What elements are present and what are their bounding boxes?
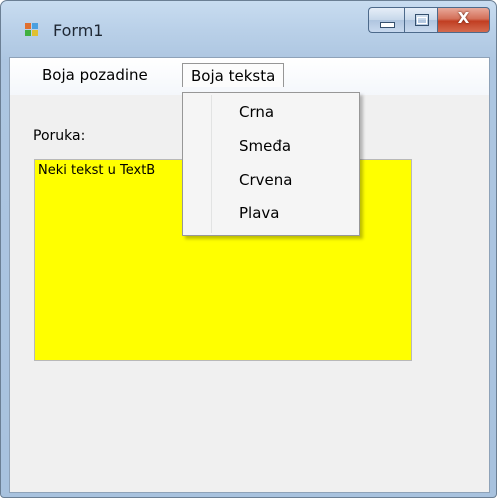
menu-boja-pozadine[interactable]: Boja pozadine: [34, 63, 156, 87]
maximize-icon: [415, 14, 429, 26]
form-app-icon: [25, 23, 39, 37]
dropdown-item-smeda[interactable]: Smeđa: [239, 137, 291, 155]
close-button[interactable]: X: [438, 7, 490, 33]
close-icon: X: [457, 9, 470, 27]
form-window: Form1 X Boja pozadine Boja teksta Poruka…: [0, 0, 497, 498]
boja-teksta-dropdown: Crna Smeđa Crvena Plava: [182, 92, 360, 236]
title-bar[interactable]: Form1 X: [1, 1, 496, 41]
maximize-button[interactable]: [404, 7, 438, 33]
dropdown-item-crvena[interactable]: Crvena: [239, 171, 292, 189]
menu-boja-teksta[interactable]: Boja teksta: [182, 63, 285, 87]
dropdown-gutter: [211, 95, 212, 233]
minimize-icon: [380, 22, 395, 28]
window-title: Form1: [53, 21, 104, 40]
dropdown-item-plava[interactable]: Plava: [239, 204, 279, 222]
textbox-value: Neki tekst u TextB: [38, 163, 156, 178]
dropdown-item-crna[interactable]: Crna: [239, 103, 274, 121]
menu-bar: Boja pozadine Boja teksta: [10, 58, 489, 95]
caption-buttons: X: [368, 7, 490, 33]
poruka-label: Poruka:: [33, 128, 86, 144]
minimize-button[interactable]: [368, 7, 404, 33]
